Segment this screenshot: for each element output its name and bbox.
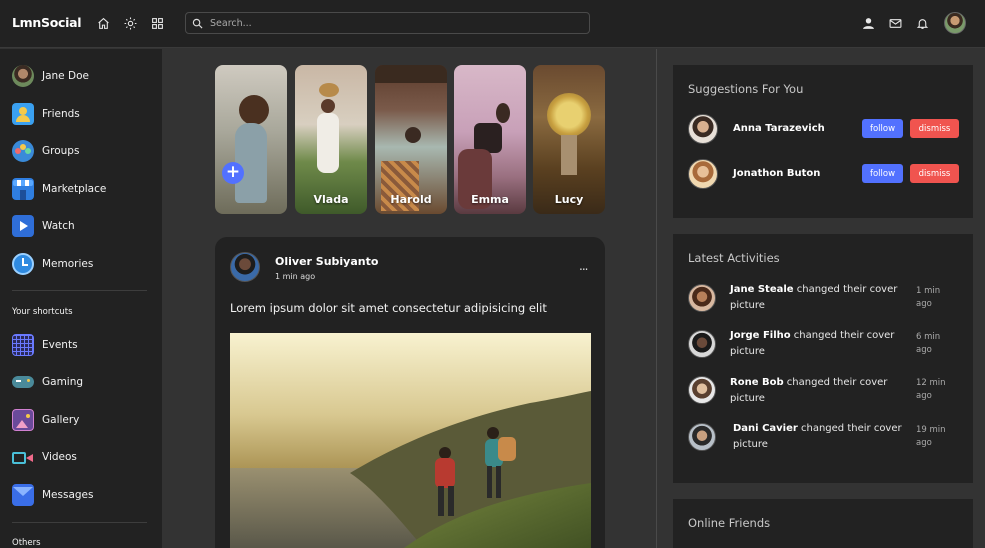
add-story-button[interactable]: + [222, 162, 244, 184]
sidebar-item-watch[interactable]: Watch [12, 214, 152, 238]
activity-time: 6 min ago [916, 332, 941, 355]
activities-title: Latest Activities [688, 251, 780, 265]
sidebar-item-marketplace[interactable]: Marketplace [12, 177, 152, 201]
story-name: Emma [471, 193, 509, 206]
activity-avatar[interactable] [688, 330, 716, 358]
user-avatar [12, 65, 34, 87]
sidebar-item-label: Memories [42, 258, 94, 270]
activity-text: Dani Cavier changed their cover picture [733, 421, 913, 453]
sidebar-item-label: Videos [42, 451, 77, 463]
post-author[interactable]: Oliver Subiyanto [275, 255, 378, 268]
sidebar-item-label: Jane Doe [42, 70, 89, 82]
activity-user[interactable]: Rone Bob [730, 377, 784, 388]
sidebar-item-label: Groups [42, 145, 80, 157]
others-heading: Others [12, 538, 41, 548]
divider [12, 290, 147, 291]
story-card[interactable]: + [215, 65, 287, 214]
follow-button[interactable]: follow [862, 164, 903, 183]
post-time: 1 min ago [275, 272, 316, 281]
post-text: Lorem ipsum dolor sit amet consectetur a… [230, 301, 547, 315]
grid-icon[interactable] [148, 14, 166, 32]
online-friends-title: Online Friends [688, 516, 771, 530]
sidebar-item-label: Gaming [42, 376, 84, 388]
story-card[interactable]: Harold [375, 65, 447, 214]
gamepad-icon [12, 371, 34, 393]
sidebar-item-videos[interactable]: Videos [12, 445, 152, 469]
bell-icon[interactable] [913, 14, 931, 32]
logo[interactable]: LmnSocial [12, 15, 82, 30]
activity-text: Jorge Filho changed their cover picture [730, 328, 910, 360]
sidebar-item-label: Watch [42, 220, 75, 232]
sidebar-item-label: Marketplace [42, 183, 107, 195]
envelope-icon [12, 484, 34, 506]
activity-text: Rone Bob changed their cover picture [730, 375, 910, 407]
dismiss-button[interactable]: dismiss [910, 164, 959, 183]
sidebar-item-friends[interactable]: Friends [12, 102, 152, 126]
author-avatar[interactable] [230, 252, 260, 282]
shortcuts-heading: Your shortcuts [12, 307, 73, 317]
activity-user[interactable]: Dani Cavier [733, 423, 798, 434]
sidebar-item-gallery[interactable]: Gallery [12, 408, 152, 432]
suggestion-avatar[interactable] [688, 159, 718, 189]
activity-text: Jane Steale changed their cover picture [730, 282, 910, 314]
online-friends-card: Online Friends [673, 499, 973, 548]
top-navbar: LmnSocial [0, 0, 985, 48]
sun-icon[interactable] [121, 14, 139, 32]
search-icon [192, 18, 203, 29]
friends-icon [12, 103, 34, 125]
activity-time: 19 min ago [916, 425, 946, 448]
story-card[interactable]: Vlada [295, 65, 367, 214]
post-image[interactable] [230, 333, 591, 548]
more-options-icon[interactable]: ... [579, 259, 589, 273]
store-icon [12, 178, 34, 200]
suggestion-avatar[interactable] [688, 114, 718, 144]
story-card[interactable]: Emma [454, 65, 526, 214]
story-name: Lucy [554, 193, 584, 206]
follow-button[interactable]: follow [862, 119, 903, 138]
activities-card: Latest Activities Jane Steale changed th… [673, 234, 973, 483]
profile-avatar[interactable] [944, 12, 966, 34]
activity-avatar[interactable] [688, 284, 716, 312]
activity-avatar[interactable] [688, 376, 716, 404]
search-bar [185, 12, 590, 34]
activity-time: 1 min ago [916, 286, 941, 309]
sidebar-item-label: Messages [42, 489, 94, 501]
divider [12, 522, 147, 523]
activity-user[interactable]: Jane Steale [730, 284, 794, 295]
sidebar-item-memories[interactable]: Memories [12, 252, 152, 276]
calendar-icon [12, 334, 34, 356]
story-name: Harold [390, 193, 432, 206]
post-card: Oliver Subiyanto 1 min ago ... Lorem ips… [215, 237, 605, 548]
story-card[interactable]: Lucy [533, 65, 605, 214]
activity-time: 12 min ago [916, 378, 946, 401]
activity-user[interactable]: Jorge Filho [730, 330, 791, 341]
image-icon [12, 409, 34, 431]
suggestions-title: Suggestions For You [688, 82, 804, 96]
sidebar-item-groups[interactable]: Groups [12, 139, 152, 163]
sidebar-item-gaming[interactable]: Gaming [12, 370, 152, 394]
sidebar-item-profile[interactable]: Jane Doe [12, 64, 152, 88]
dismiss-button[interactable]: dismiss [910, 119, 959, 138]
suggestion-name[interactable]: Anna Tarazevich [733, 123, 825, 134]
left-sidebar: Jane Doe Friends Groups Marketplace Watc… [0, 49, 162, 548]
groups-icon [12, 140, 34, 162]
column-divider [656, 49, 657, 548]
story-name: Vlada [313, 193, 349, 206]
clock-icon [12, 253, 34, 275]
sidebar-item-label: Events [42, 339, 78, 351]
video-play-icon [12, 215, 34, 237]
search-input[interactable] [210, 15, 580, 31]
activity-avatar[interactable] [688, 423, 716, 451]
suggestions-card: Suggestions For You Anna Tarazevich foll… [673, 65, 973, 218]
sidebar-item-events[interactable]: Events [12, 333, 152, 357]
user-icon[interactable] [859, 14, 877, 32]
mail-icon[interactable] [886, 14, 904, 32]
sidebar-item-label: Gallery [42, 414, 80, 426]
sidebar-item-label: Friends [42, 108, 80, 120]
sidebar-item-messages[interactable]: Messages [12, 483, 152, 507]
suggestion-name[interactable]: Jonathon Buton [733, 168, 820, 179]
video-camera-icon [12, 446, 34, 468]
home-icon[interactable] [94, 14, 112, 32]
